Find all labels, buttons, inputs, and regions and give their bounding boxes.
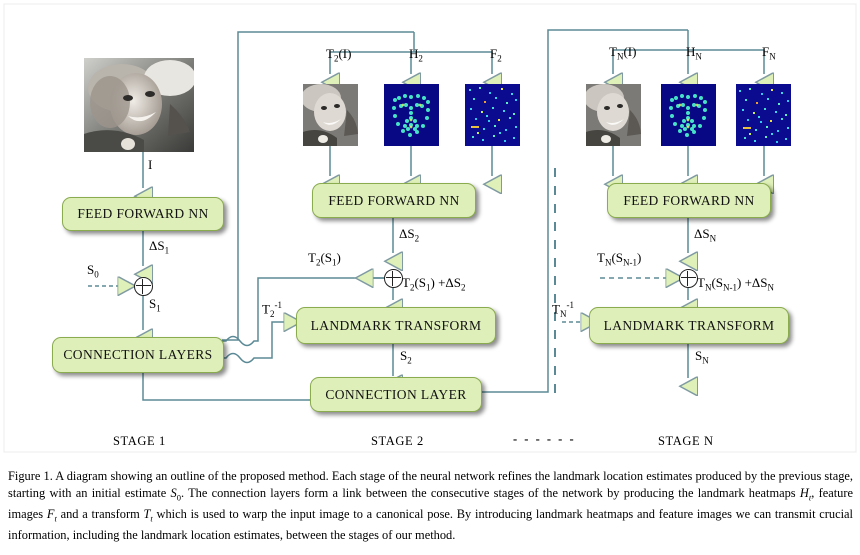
feature-image-stagen [736,84,791,146]
label-hn: HN [686,44,702,62]
landmark-transform-stage2[interactable]: LANDMARK TRANSFORM [296,307,496,344]
sum2-sym: T [402,275,410,290]
stage-label-2: STAGE 2 [371,434,424,448]
sumn-end: ) +ΔS [737,275,768,290]
input-face-image [84,58,194,152]
label-tn-inverse: TN-1 [552,300,574,319]
tninv-sub: N [559,308,567,319]
label-s0: S0 [87,262,99,280]
tnsn-arg: (S [611,250,624,265]
feed-forward-nn-stage1[interactable]: FEED FORWARD NN [62,197,224,231]
tni-sym: T [609,44,617,59]
label-f2: F2 [490,46,502,64]
tninv-sym: T [552,301,560,317]
t2inv-sub: 2 [269,308,275,319]
figure-caption: Figure 1. A diagram showing an outline o… [8,468,853,543]
tnsn-arg-end: ) [637,250,642,265]
landmark-transform-stagen[interactable]: LANDMARK TRANSFORM [589,307,789,344]
connection-layers-stage1[interactable]: CONNECTION LAYERS [52,337,224,373]
label-t2-inverse: T2-1 [262,300,282,319]
sn-sub: N [702,355,709,366]
tninv-sup: -1 [566,300,574,310]
sum-node-stagen [679,269,698,288]
tnsn-sym: T [597,250,605,265]
t2i-sym: T [326,46,334,61]
feature-image-stage2 [465,84,520,146]
delta-s1-sub: 1 [164,245,170,256]
label-t2-s1: T2(S1) [308,250,341,268]
label-t2-s1-plus-delta-s2: T2(S1) +ΔS2 [402,275,466,293]
t2s1-arg: (S [320,250,333,265]
label-tn-sn-1: TN(SN-1) [597,250,641,268]
stage-label-n: STAGE N [658,434,714,448]
delta-s2-sub: 2 [414,233,420,244]
t2inv-sup: -1 [274,300,282,310]
sumn-sym: T [697,275,705,290]
delta-sn-sub: N [709,233,717,244]
delta-sn-sym: ΔS [694,226,710,241]
label-input-image: I [148,157,153,172]
figure-diagram: FEED FORWARD NN CONNECTION LAYERS FEED F… [0,0,860,460]
h2-sub: 2 [418,53,423,64]
label-s1: S1 [149,296,161,314]
caption-text-4: and a transform [56,506,144,521]
feed-forward-nn-stagen[interactable]: FEED FORWARD NN [607,183,771,218]
sum-node-stage1 [134,277,153,296]
caption-text-2: . The connection layers form a link betw… [180,485,800,500]
label-h2: H2 [409,46,423,64]
sumn-mid-sub: N-1 [723,282,738,293]
stage-label-1: STAGE 1 [113,434,166,448]
hn-sub: N [695,51,702,62]
t2inv-sym: T [262,301,270,317]
caption-sym-ht: H [799,485,809,500]
h2-sym: H [409,46,419,61]
t2s1-arg-end: ) [336,250,341,265]
sumn-mid: (S [711,275,724,290]
connection-layer-stage2[interactable]: CONNECTION LAYER [310,377,482,412]
landmark-heatmap-stage2 [384,84,439,146]
s2-sub: 2 [407,355,412,366]
f2-sub: 2 [497,53,502,64]
feed-forward-nn-stage2[interactable]: FEED FORWARD NN [312,183,476,218]
landmark-heatmap-stagen [661,84,716,146]
label-s2: S2 [400,348,412,366]
sum2-end-sub: 2 [461,282,466,293]
sum2-end: ) +ΔS [430,275,462,290]
label-t2-input-image: T2(I) [326,46,351,64]
caption-prefix: Figure 1. [8,469,53,483]
hn-sym: H [686,44,696,59]
stage-label-separator: - - - - - - [513,432,576,446]
delta-s2-sym: ΔS [399,226,415,241]
label-delta-s2: ΔS2 [399,226,419,244]
label-delta-sn: ΔSN [694,226,716,244]
t2i-arg: (I) [338,46,352,61]
label-fn: FN [762,44,776,62]
sum-node-stage2 [384,269,403,288]
s0-sub: 0 [94,269,99,280]
label-tn-sn-1-plus-delta-sn: TN(SN-1) +ΔSN [697,275,774,293]
warped-face-image-stagen [586,84,641,146]
s1-sub: 1 [156,303,161,314]
label-delta-s1: ΔS1 [149,238,169,256]
tnsn-arg-sub: N-1 [623,257,638,268]
t2s1-sym: T [308,250,316,265]
warped-face-image-stage2 [303,84,358,146]
tni-arg: (I) [623,44,637,59]
sum2-mid: (S [414,275,427,290]
label-sn: SN [695,348,709,366]
sumn-end-sub: N [767,282,775,293]
label-tn-input-image: TN(I) [609,44,636,62]
delta-s1-sym: ΔS [149,238,165,253]
fn-sub: N [769,51,776,62]
